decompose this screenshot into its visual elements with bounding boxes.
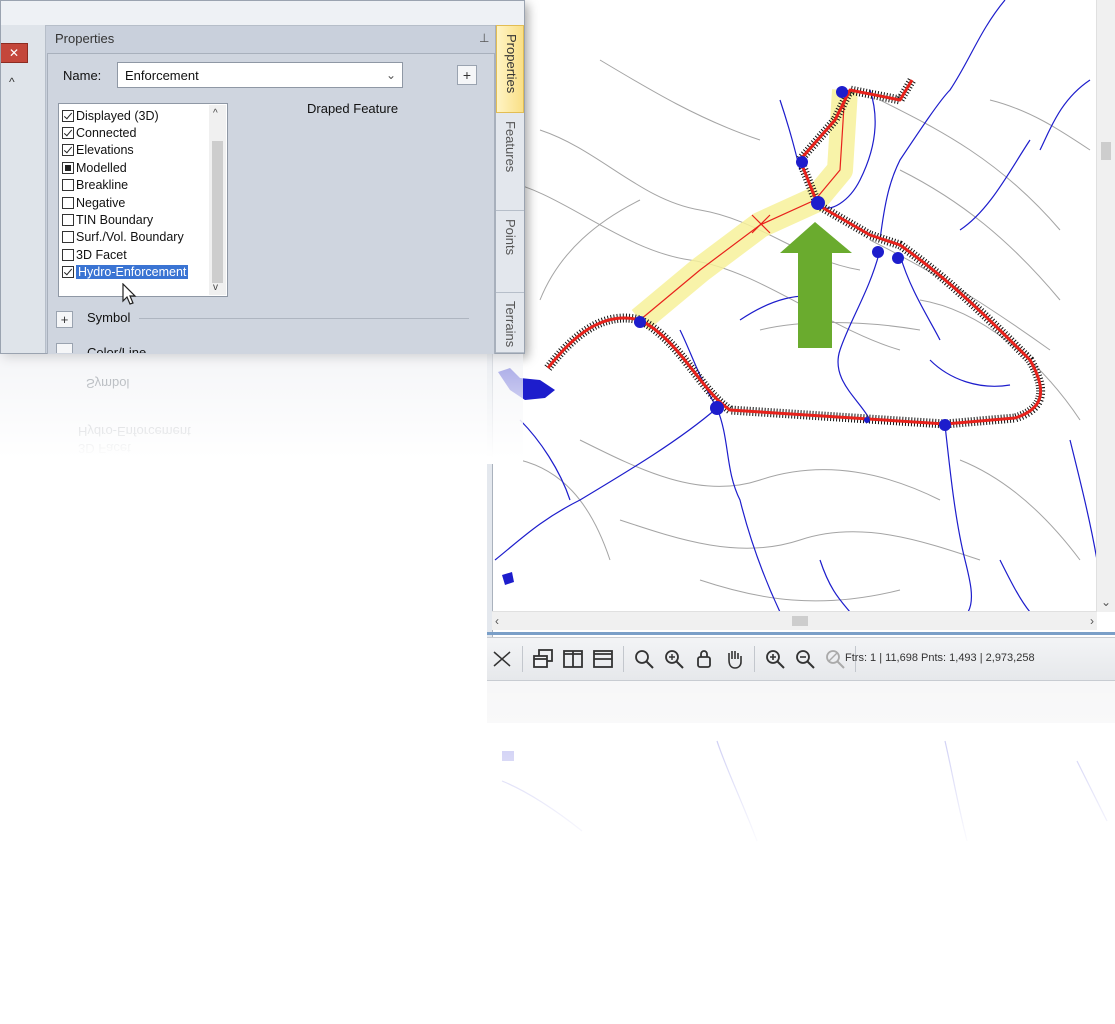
side-tabs: Properties Features Points Terrains	[495, 25, 524, 353]
flag-label: Modelled	[76, 160, 127, 175]
junction-nodes	[498, 86, 951, 585]
feature-flags-list[interactable]: ^ v Displayed (3D) Connected Elevations Mod…	[58, 103, 228, 297]
mouse-pointer-icon	[122, 283, 137, 305]
name-dropdown-value: Enforcement	[125, 68, 199, 83]
map-reflection	[487, 681, 1115, 881]
flag-checkbox[interactable]	[62, 196, 74, 209]
flag-label: TIN Boundary	[76, 212, 154, 227]
tab-label: Properties	[504, 34, 519, 94]
chevron-down-icon: ⌄	[385, 68, 396, 82]
flag-item[interactable]: Elevations	[62, 142, 134, 159]
horizontal-scroll-thumb[interactable]	[792, 616, 808, 626]
flag-label: Negative	[76, 195, 126, 210]
flag-item[interactable]: Hydro-Enforcement	[62, 264, 189, 281]
toolbar-separator	[623, 646, 624, 672]
color-line-expand-button[interactable]	[56, 343, 73, 353]
tab-label: Features	[503, 121, 518, 173]
window-border	[487, 632, 1115, 635]
flag-label: Surf./Vol. Boundary	[76, 230, 184, 245]
feature-type-label: Draped Feature	[307, 101, 399, 116]
close-icon[interactable]: ✕	[1, 43, 28, 63]
pin-icon[interactable]: ⊥	[479, 31, 489, 45]
panel-left-strip: ✕ ^	[1, 25, 46, 353]
flag-checkbox[interactable]	[62, 126, 74, 139]
tab-points[interactable]: Points	[496, 211, 524, 293]
status-readout: Ftrs: 1 | 11,698 Pnts: 1,493 | 2,973,258	[845, 652, 1035, 664]
zoom-out-icon[interactable]	[790, 644, 820, 674]
flag-label: Hydro-Enforcement	[76, 265, 189, 280]
section-divider	[139, 318, 469, 319]
flag-label: Displayed (3D)	[76, 108, 159, 123]
tile-vertical-icon[interactable]	[558, 644, 588, 674]
symbol-expand-button[interactable]: +	[56, 311, 73, 328]
flag-checkbox[interactable]	[62, 109, 74, 122]
pan-hand-icon[interactable]	[719, 644, 749, 674]
flag-checkbox[interactable]	[62, 161, 74, 174]
tab-properties[interactable]: Properties	[496, 25, 524, 113]
flag-item[interactable]: Displayed (3D)	[62, 107, 159, 124]
flag-item[interactable]: TIN Boundary	[62, 211, 153, 228]
panel-title: Properties	[55, 31, 115, 46]
panel-top-strip	[1, 1, 524, 26]
flag-checkbox[interactable]	[62, 266, 74, 279]
flag-item[interactable]: Connected	[62, 124, 136, 141]
map-view[interactable]: ⌄ ‹ ›	[487, 0, 1115, 640]
properties-panel: ✕ ^ Properties ⊥ Name: Enforcement ⌄ + D…	[0, 0, 525, 354]
flag-checkbox[interactable]	[62, 231, 74, 244]
reflection-fade	[487, 681, 1115, 881]
select-icon[interactable]	[487, 644, 517, 674]
scroll-up-arrow-icon[interactable]: ^	[213, 108, 218, 119]
flag-label: Elevations	[76, 143, 134, 158]
toolbar-separator	[522, 646, 523, 672]
flag-checkbox[interactable]	[62, 248, 74, 261]
flag-item[interactable]: Breakline	[62, 177, 128, 194]
zoom-in-icon[interactable]	[760, 644, 790, 674]
panel-reflection: Symbol Hydro-Enforcement 3D Facet	[0, 354, 523, 464]
toolbar-separator	[754, 646, 755, 672]
tile-horizontal-icon[interactable]	[588, 644, 618, 674]
flag-label: Breakline	[76, 178, 129, 193]
color-line-section-label: Color/Line	[87, 345, 147, 353]
zoom-window-icon[interactable]	[659, 644, 689, 674]
vertical-scrollbar[interactable]: ⌄	[1096, 0, 1115, 612]
tab-label: Terrains	[503, 301, 518, 348]
view-toolbar: Ftrs: 1 | 11,698 Pnts: 1,493 | 2,973,258	[487, 637, 1115, 681]
tab-label: Points	[503, 219, 518, 256]
flag-checkbox[interactable]	[62, 144, 74, 157]
lock-view-icon[interactable]	[689, 644, 719, 674]
symbol-section-label: Symbol	[87, 310, 131, 325]
hydro-streams	[494, 0, 1097, 612]
scroll-down-arrow-icon[interactable]: v	[213, 282, 218, 293]
name-dropdown[interactable]: Enforcement ⌄	[117, 62, 403, 88]
flag-label: Connected	[76, 125, 137, 140]
flag-item[interactable]: Modelled	[62, 159, 127, 176]
flag-item[interactable]: Surf./Vol. Boundary	[62, 229, 184, 246]
flag-item[interactable]: Negative	[62, 194, 125, 211]
scroll-down-arrow-icon[interactable]: ⌄	[1101, 596, 1111, 608]
vertical-scroll-thumb[interactable]	[1101, 142, 1111, 160]
scroll-left-arrow-icon[interactable]: ‹	[495, 614, 499, 628]
terrain-map[interactable]	[487, 0, 1097, 612]
tab-terrains[interactable]: Terrains	[496, 293, 524, 353]
panel-reflection-fade	[0, 354, 523, 464]
name-label: Name:	[63, 68, 102, 83]
zoom-icon[interactable]	[629, 644, 659, 674]
flags-scrollbar[interactable]: ^ v	[209, 105, 226, 295]
cascade-windows-icon[interactable]	[528, 644, 558, 674]
caret-up-icon[interactable]: ^	[9, 75, 15, 89]
flag-item[interactable]: 3D Facet	[62, 246, 127, 263]
horizontal-scrollbar[interactable]: ‹ ›	[492, 611, 1097, 630]
tab-features[interactable]: Features	[496, 113, 524, 211]
flag-checkbox[interactable]	[62, 213, 74, 226]
flags-scroll-thumb[interactable]	[212, 141, 223, 283]
add-feature-button[interactable]: +	[457, 65, 477, 85]
flag-checkbox[interactable]	[62, 179, 74, 192]
green-arrow-icon	[780, 222, 852, 348]
scroll-right-arrow-icon[interactable]: ›	[1090, 614, 1094, 628]
flag-label: 3D Facet	[76, 247, 127, 262]
